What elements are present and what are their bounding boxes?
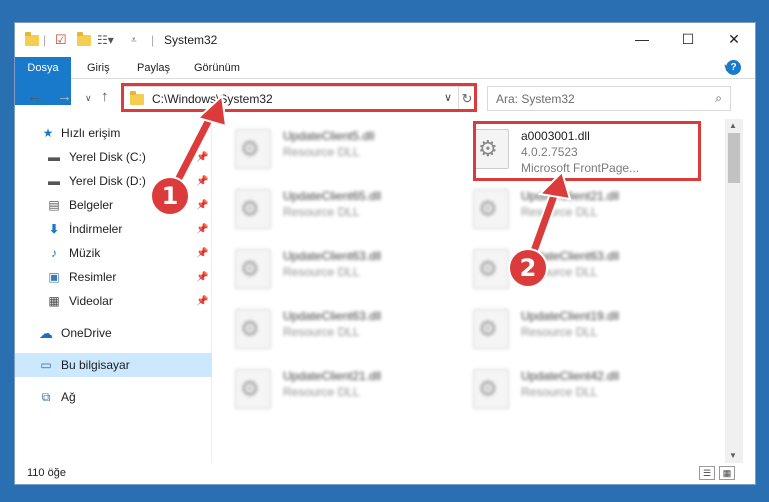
step-2-badge: 2 [508,248,548,288]
arrow-2 [524,170,572,268]
tutorial-arrows [172,93,572,268]
step-1-badge: 1 [150,176,190,216]
arrow-1 [172,93,228,186]
